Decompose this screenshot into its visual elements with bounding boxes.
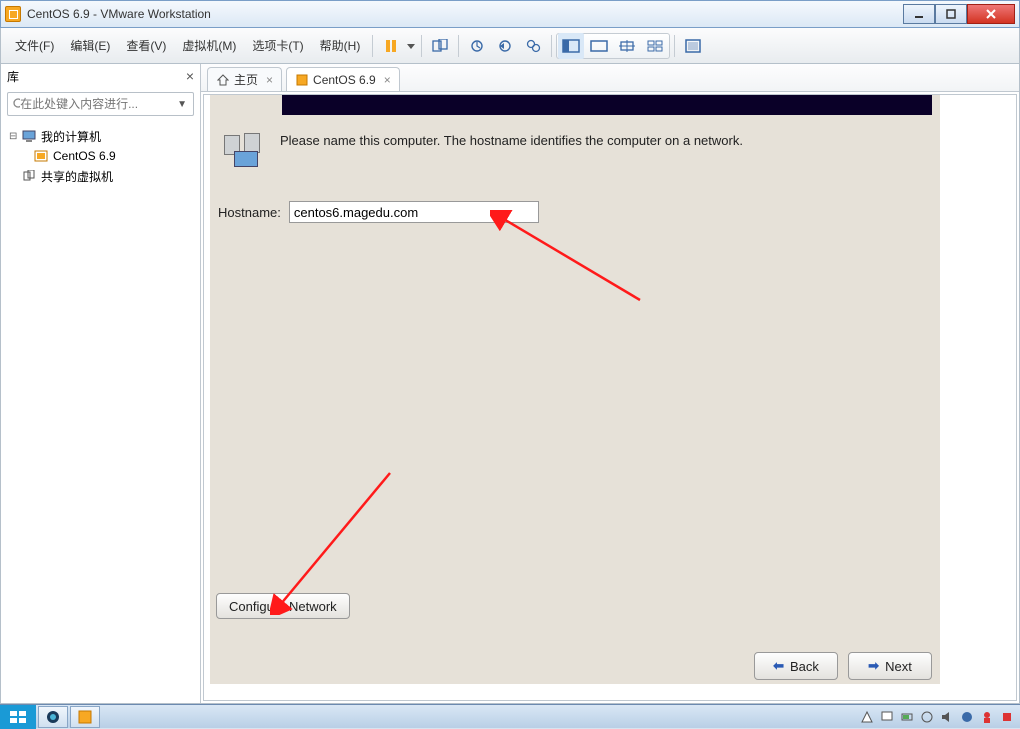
network-icon: [224, 133, 270, 169]
installer-header: Please name this computer. The hostname …: [224, 133, 760, 169]
separator: [458, 35, 459, 57]
tray-power-icon[interactable]: [900, 710, 914, 724]
menu-file[interactable]: 文件(F): [7, 33, 62, 58]
minimize-button[interactable]: [903, 4, 935, 24]
tree-label: CentOS 6.9: [53, 149, 116, 163]
tab-centos[interactable]: CentOS 6.9 ×: [286, 67, 400, 91]
separator: [551, 35, 552, 57]
library-search[interactable]: ▼: [7, 92, 194, 116]
tray-network-icon[interactable]: [920, 710, 934, 724]
send-ctrl-alt-del-button[interactable]: [427, 33, 453, 59]
tray-icon[interactable]: [1000, 710, 1014, 724]
separator: [674, 35, 675, 57]
installer-nav: ⬅Back ➡Next: [754, 652, 932, 680]
tree-shared-vms[interactable]: 共享的虚拟机: [5, 166, 196, 186]
collapse-icon[interactable]: ⊟: [9, 131, 21, 142]
tab-label: CentOS 6.9: [313, 73, 376, 87]
hostname-input[interactable]: [289, 201, 539, 223]
power-dropdown[interactable]: [405, 42, 417, 50]
library-tree: ⊟ 我的计算机 CentOS 6.9 共享的虚拟机: [1, 120, 200, 192]
taskbar-item-vmware[interactable]: [70, 706, 100, 728]
annotation-arrow: [490, 210, 650, 310]
vm-icon: [295, 73, 309, 87]
manage-snapshots-button[interactable]: [520, 33, 546, 59]
window-title: CentOS 6.9 - VMware Workstation: [27, 7, 211, 21]
vm-console[interactable]: Please name this computer. The hostname …: [203, 94, 1017, 701]
menubar: 文件(F) 编辑(E) 查看(V) 虚拟机(M) 选项卡(T) 帮助(H): [0, 28, 1020, 64]
library-search-input[interactable]: [20, 97, 175, 111]
tab-close-icon[interactable]: ×: [266, 73, 273, 87]
shared-icon: [21, 168, 37, 184]
system-tray: [860, 710, 1020, 724]
computer-icon: [21, 128, 37, 144]
fullscreen-button[interactable]: [680, 33, 706, 59]
arrow-right-icon: ➡: [868, 658, 879, 674]
tree-vm-centos[interactable]: CentOS 6.9: [5, 146, 196, 166]
stretch-guest-button[interactable]: [614, 33, 640, 59]
tree-label: 共享的虚拟机: [41, 168, 113, 185]
thumbnail-view-button[interactable]: [586, 33, 612, 59]
tray-icon[interactable]: [860, 710, 874, 724]
installer-description: Please name this computer. The hostname …: [280, 133, 743, 169]
window-titlebar: CentOS 6.9 - VMware Workstation: [0, 0, 1020, 28]
view-mode-group: [556, 33, 670, 59]
separator: [372, 35, 373, 57]
hostname-label: Hostname:: [218, 205, 281, 220]
revert-snapshot-button[interactable]: [492, 33, 518, 59]
unity-mode-button[interactable]: [642, 33, 668, 59]
search-icon: [12, 97, 20, 111]
arrow-left-icon: ⬅: [773, 658, 784, 674]
close-button[interactable]: [967, 4, 1015, 24]
hostname-row: Hostname:: [218, 201, 539, 223]
content-area: 主页 × CentOS 6.9 × Please name this compu…: [201, 64, 1019, 703]
home-icon: [216, 73, 230, 87]
workspace: 库 × ▼ ⊟ 我的计算机 CentOS 6.9 共享的虚拟机: [0, 64, 1020, 704]
search-dropdown-icon[interactable]: ▼: [175, 99, 189, 110]
tab-close-icon[interactable]: ×: [384, 73, 391, 87]
next-button[interactable]: ➡Next: [848, 652, 932, 680]
tab-home[interactable]: 主页 ×: [207, 67, 282, 91]
tray-icon[interactable]: [960, 710, 974, 724]
tab-strip: 主页 × CentOS 6.9 ×: [201, 64, 1019, 92]
start-button[interactable]: [0, 705, 36, 729]
tray-icon[interactable]: [980, 710, 994, 724]
window-controls: [903, 4, 1015, 24]
menu-vm[interactable]: 虚拟机(M): [174, 33, 244, 58]
taskbar-item[interactable]: [38, 706, 68, 728]
library-sidebar: 库 × ▼ ⊟ 我的计算机 CentOS 6.9 共享的虚拟机: [1, 64, 201, 703]
windows-taskbar: [0, 704, 1020, 728]
menu-help[interactable]: 帮助(H): [312, 33, 369, 58]
menu-view[interactable]: 查看(V): [118, 33, 174, 58]
library-header: 库 ×: [1, 64, 200, 88]
configure-network-button[interactable]: Configure Network: [216, 593, 350, 619]
tab-label: 主页: [234, 71, 258, 88]
console-view-button[interactable]: [558, 33, 584, 59]
tray-flag-icon[interactable]: [880, 710, 894, 724]
tray-volume-icon[interactable]: [940, 710, 954, 724]
configure-network-wrap: Configure Network: [216, 593, 350, 619]
pause-button[interactable]: [378, 33, 404, 59]
back-button[interactable]: ⬅Back: [754, 652, 838, 680]
installer-screen: Please name this computer. The hostname …: [210, 95, 940, 684]
library-title: 库: [7, 68, 19, 85]
separator: [421, 35, 422, 57]
tree-label: 我的计算机: [41, 128, 101, 145]
library-close-icon[interactable]: ×: [186, 68, 194, 84]
menu-edit[interactable]: 编辑(E): [62, 33, 118, 58]
vm-icon: [33, 148, 49, 164]
snapshot-button[interactable]: [464, 33, 490, 59]
vmware-icon: [5, 6, 21, 22]
menu-tabs[interactable]: 选项卡(T): [244, 33, 311, 58]
tree-my-computer[interactable]: ⊟ 我的计算机: [5, 126, 196, 146]
installer-topbar: [282, 95, 932, 115]
maximize-button[interactable]: [935, 4, 967, 24]
